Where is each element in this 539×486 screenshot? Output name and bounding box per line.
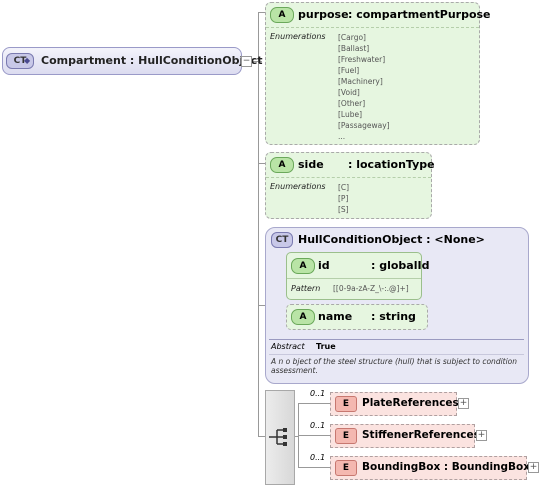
enum-value: ... — [338, 132, 346, 141]
description: A n o bject of the steel structure (hull… — [271, 357, 518, 375]
collapse-toggle[interactable]: − — [241, 56, 252, 67]
enum-value: [S] — [338, 205, 349, 214]
sequence-icon — [269, 428, 287, 446]
side-type: : locationType — [348, 158, 435, 171]
purpose-enum-label: Enumerations — [270, 32, 326, 41]
side-name: side — [298, 158, 324, 171]
abstract-value: True — [316, 342, 336, 351]
abstract-divider — [269, 339, 524, 340]
connector-elem-2 — [298, 435, 330, 436]
element-stiffener-references[interactable]: E StiffenerReferences — [330, 424, 480, 448]
purpose-attribute-box: A purpose : compartmentPurpose Enumerati… — [265, 2, 491, 145]
enum-value: [Other] — [338, 99, 366, 108]
side-enum-label: Enumerations — [270, 182, 326, 191]
enum-value: [Cargo] — [338, 33, 366, 42]
hco-title: HullConditionObject : <None> — [298, 233, 485, 246]
element-bounding-box[interactable]: E BoundingBox : BoundingBox — [330, 456, 531, 480]
attr-badge: A — [291, 258, 315, 274]
description-divider — [269, 354, 524, 355]
attr-badge: A — [270, 157, 294, 173]
expand-toggle[interactable]: + — [476, 430, 487, 441]
attr-badge: A — [291, 309, 315, 325]
purpose-name: purpose — [298, 8, 349, 21]
pattern-value: [[0-9a-zA-Z_\-:.@]+] — [333, 284, 409, 293]
id-type: : globalId — [371, 259, 430, 272]
side-attribute-box: A side : locationType Enumerations [C] [… — [265, 152, 435, 219]
root-title: Compartment : HullConditionObject — [41, 54, 263, 67]
enum-value: [Ballast] — [338, 44, 370, 53]
id-name: id — [318, 259, 330, 272]
enum-value: [Void] — [338, 88, 360, 97]
connector-elem-3 — [298, 467, 330, 468]
expand-toggle[interactable]: + — [458, 398, 469, 409]
ct-badge: CT — [271, 232, 293, 248]
name-attr-name: name — [318, 310, 353, 323]
element-badge: E — [335, 428, 357, 444]
enum-value: [Fuel] — [338, 66, 360, 75]
purpose-type: : compartmentPurpose — [348, 8, 491, 21]
abstract-label: Abstract — [271, 342, 305, 351]
multiplicity: 0..1 — [310, 389, 326, 398]
connector-seq-in — [258, 306, 259, 436]
name-attribute-box: A name : string — [286, 304, 428, 330]
element-name: PlateReferences — [362, 397, 459, 409]
name-attr-type: : string — [371, 310, 416, 323]
enum-value: [P] — [338, 194, 349, 203]
enum-value: [Freshwater] — [338, 55, 386, 64]
element-badge: E — [335, 460, 357, 476]
sequence-compositor[interactable] — [265, 390, 295, 485]
connector-elem-1 — [298, 403, 330, 404]
root-complex-type[interactable]: CT ◆ Compartment : HullConditionObject — [2, 47, 262, 75]
element-plate-references[interactable]: E PlateReferences — [330, 392, 459, 416]
element-badge: E — [335, 396, 357, 412]
enum-value: [C] — [338, 183, 350, 192]
ct-arrow-icon: ◆ — [24, 56, 31, 65]
purpose-enum-list: [Cargo] [Ballast] [Freshwater] [Fuel] [M… — [338, 32, 390, 142]
pattern-label: Pattern — [291, 284, 321, 293]
enum-value: [Lube] — [338, 110, 363, 119]
element-name: StiffenerReferences — [362, 429, 480, 441]
enum-value: [Machinery] — [338, 77, 383, 86]
hco-complex-type[interactable]: CT HullConditionObject : <None> A id : g… — [265, 227, 529, 384]
enum-value: [Passageway] — [338, 121, 390, 130]
attr-badge: A — [270, 7, 294, 23]
multiplicity: 0..1 — [310, 453, 326, 462]
id-attribute-box: A id : globalId Pattern [[0-9a-zA-Z_\-:.… — [286, 252, 429, 300]
multiplicity: 0..1 — [310, 421, 326, 430]
side-enum-list: [C] [P] [S] — [338, 182, 349, 215]
expand-toggle[interactable]: + — [528, 462, 539, 473]
element-name: BoundingBox : BoundingBox — [362, 461, 531, 473]
